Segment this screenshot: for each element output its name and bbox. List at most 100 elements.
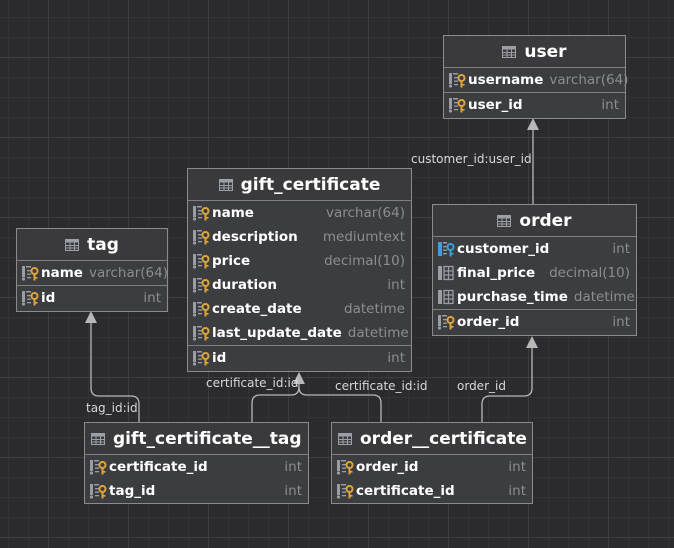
edge-label-oc-certificate: certificate_id:id [335, 379, 428, 393]
column-name: certificate_id [356, 483, 455, 499]
column-name: price [212, 253, 251, 269]
table-title: tag [87, 234, 119, 255]
table-header[interactable]: tag [17, 229, 167, 261]
table-user[interactable]: user username varchar(64) user_id int [443, 35, 629, 119]
column-name: certificate_id [109, 459, 208, 475]
key-column-icon [192, 301, 210, 317]
column-name: purchase_time [457, 289, 568, 305]
column-row[interactable]: username varchar(64) [444, 68, 629, 92]
key-column-icon [336, 459, 354, 475]
column-type: varchar(64) [325, 205, 405, 221]
table-header[interactable]: order [433, 205, 636, 237]
edge-label-gct-certificate: certificate_id:id [206, 376, 299, 390]
table-order-certificate[interactable]: order__certificate order_id int certific… [331, 422, 533, 504]
column-type: int [143, 290, 161, 306]
column-icon [437, 289, 455, 305]
column-row[interactable]: tag_id int [85, 479, 308, 503]
table-header[interactable]: order__certificate [332, 423, 532, 455]
table-header[interactable]: gift_certificate [188, 169, 411, 201]
column-row[interactable]: price decimal(10) [188, 249, 411, 273]
arrowhead-order [526, 336, 538, 348]
column-type: mediumtext [322, 229, 405, 245]
key-column-icon [21, 290, 39, 306]
table-title: order__certificate [360, 428, 527, 449]
column-name: name [41, 265, 83, 281]
column-icon [437, 265, 455, 281]
column-type: int [508, 459, 526, 475]
edge-label-oc-order: order_id [457, 379, 506, 393]
edge-label-tag-id: tag_id:id [86, 401, 138, 415]
column-row[interactable]: order_id int [433, 309, 636, 334]
column-row[interactable]: final_price decimal(10) [433, 261, 636, 285]
table-icon [91, 433, 105, 445]
column-name: name [212, 205, 254, 221]
column-row[interactable]: user_id int [444, 92, 625, 117]
column-type: varchar(64) [549, 72, 629, 88]
table-title: order [519, 210, 572, 231]
column-name: create_date [212, 301, 302, 317]
column-type: int [284, 459, 302, 475]
column-row[interactable]: create_date datetime [188, 297, 411, 321]
column-type: decimal(10) [324, 253, 405, 269]
key-column-icon [448, 97, 466, 113]
table-icon [497, 215, 511, 227]
key-column-icon [89, 483, 107, 499]
column-type: decimal(10) [549, 265, 630, 281]
table-title: gift_certificate__tag [113, 428, 302, 449]
key-column-icon [192, 350, 210, 366]
table-title: gift_certificate [240, 174, 381, 195]
key-column-icon [89, 459, 107, 475]
column-row[interactable]: order_id int [332, 455, 532, 479]
table-icon [338, 433, 352, 445]
column-name: order_id [457, 314, 520, 330]
arrowhead-user [527, 118, 539, 130]
column-type: int [387, 277, 405, 293]
column-row[interactable]: name varchar(64) [17, 261, 168, 285]
table-order[interactable]: order customer_id int final_price decima… [432, 204, 637, 336]
table-icon [65, 239, 79, 251]
foreign-key-column-icon [437, 241, 455, 257]
column-row[interactable]: description mediumtext [188, 225, 411, 249]
column-row[interactable]: last_update_date datetime [188, 321, 411, 345]
table-tag[interactable]: tag name varchar(64) id int [16, 228, 168, 312]
column-row[interactable]: customer_id int [433, 237, 636, 261]
column-name: username [468, 72, 544, 88]
arrowhead-tag [85, 311, 97, 323]
column-name: customer_id [457, 241, 550, 257]
column-name: duration [212, 277, 278, 293]
table-gift-certificate[interactable]: gift_certificate name varchar(64) descri… [187, 168, 412, 372]
column-name: id [41, 290, 56, 306]
key-column-icon [192, 325, 210, 341]
column-row[interactable]: id int [188, 345, 411, 370]
column-type: int [508, 483, 526, 499]
column-type: varchar(64) [88, 265, 168, 281]
table-header[interactable]: user [444, 36, 625, 68]
column-type: int [612, 241, 630, 257]
key-column-icon [437, 314, 455, 330]
column-type: int [601, 97, 619, 113]
column-row[interactable]: certificate_id int [332, 479, 532, 503]
key-column-icon [448, 72, 466, 88]
table-header[interactable]: gift_certificate__tag [85, 423, 308, 455]
column-row[interactable]: name varchar(64) [188, 201, 411, 225]
column-row[interactable]: duration int [188, 273, 411, 297]
column-type: datetime [347, 325, 409, 341]
column-row[interactable]: purchase_time datetime [433, 285, 636, 309]
key-column-icon [336, 483, 354, 499]
column-type: datetime [344, 301, 405, 317]
key-column-icon [192, 277, 210, 293]
column-name: id [212, 350, 227, 366]
key-column-icon [192, 253, 210, 269]
key-column-icon [192, 205, 210, 221]
column-type: int [284, 483, 302, 499]
edge-label-customer-user: customer_id:user_id [411, 152, 532, 166]
column-row[interactable]: id int [17, 285, 167, 310]
column-row[interactable]: certificate_id int [85, 455, 308, 479]
column-type: datetime [573, 289, 635, 305]
table-icon [219, 179, 233, 191]
table-gift-certificate-tag[interactable]: gift_certificate__tag certificate_id int… [84, 422, 309, 504]
column-type: int [387, 350, 405, 366]
key-column-icon [192, 229, 210, 245]
column-name: description [212, 229, 298, 245]
table-title: user [524, 41, 567, 62]
